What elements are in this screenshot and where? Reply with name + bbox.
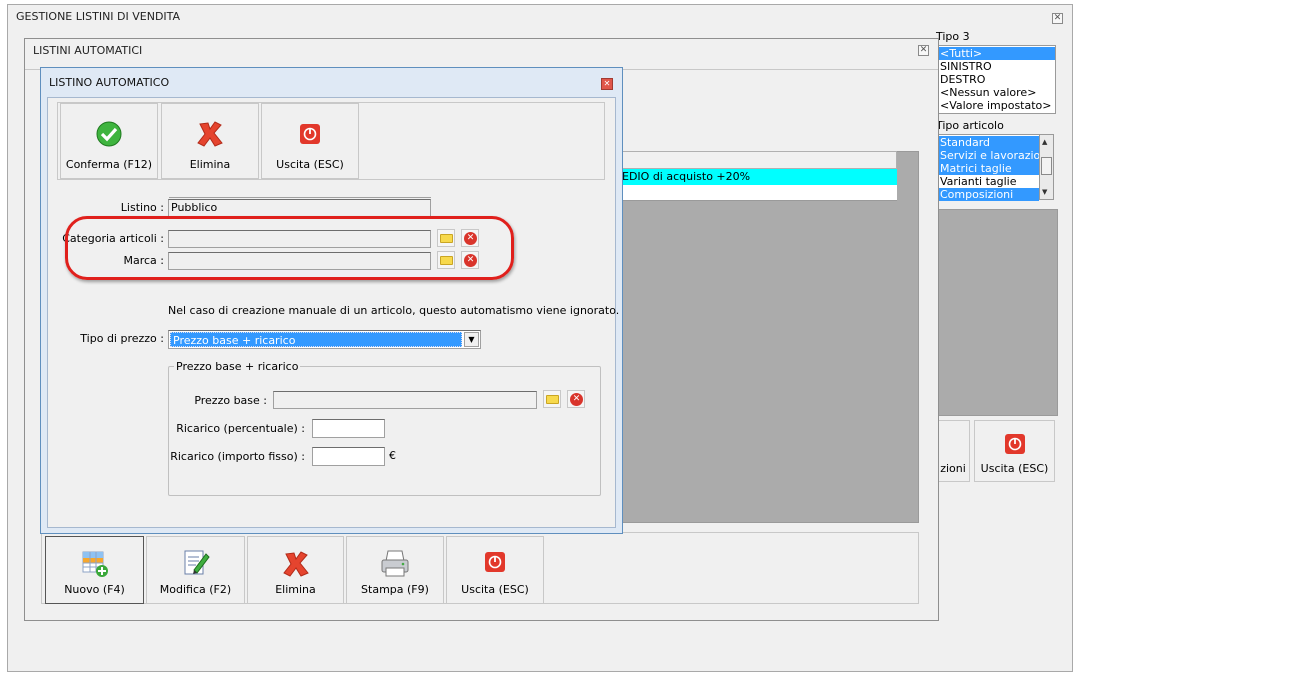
listino-label: Listino : <box>120 201 164 214</box>
listini-window-title: LISTINI AUTOMATICI <box>33 44 143 57</box>
delete-button[interactable]: Elimina <box>247 536 344 604</box>
dialog-delete-label: Elimina <box>189 158 231 171</box>
tipo-articolo-scrollbar[interactable]: ▲ ▼ <box>1039 134 1054 200</box>
right-grey-panel <box>936 209 1058 416</box>
dialog-exit-button[interactable]: Uscita (ESC) <box>261 103 359 179</box>
separator <box>169 197 431 198</box>
ricarico-perc-label: Ricarico (percentuale) : <box>176 422 305 435</box>
ricarico-fisso-label: Ricarico (importo fisso) : <box>170 450 305 463</box>
main-exit-button[interactable]: Uscita (ESC) <box>974 420 1055 482</box>
print-button[interactable]: Stampa (F9) <box>346 536 444 604</box>
info-note: Nel caso di creazione manuale di un arti… <box>168 304 620 317</box>
prezzo-group-title: Prezzo base + ricarico <box>174 360 301 373</box>
tipo3-list[interactable]: <Tutti> SINISTRO DESTRO <Nessun valore> … <box>936 45 1056 114</box>
confirm-button-label: Conferma (F12) <box>65 158 153 171</box>
list-item[interactable]: Matrici taglie <box>937 162 1039 175</box>
list-item[interactable]: <Tutti> <box>937 47 1055 60</box>
list-item[interactable]: <Nessun valore> <box>937 86 1055 99</box>
delete-x-icon <box>195 119 225 152</box>
currency-symbol: € <box>389 449 396 462</box>
listini-window-close-icon[interactable]: ✕ <box>918 45 929 56</box>
list-item[interactable]: DESTRO <box>937 73 1055 86</box>
print-button-label: Stampa (F9) <box>361 583 429 596</box>
listini-grid-header <box>622 151 897 169</box>
prezzo-base-clear-button[interactable]: ✕ <box>567 390 585 408</box>
delete-button-label: Elimina <box>275 583 316 596</box>
edit-button[interactable]: Modifica (F2) <box>146 536 245 604</box>
power-icon <box>1004 434 1025 457</box>
dialog-delete-button[interactable]: Elimina <box>161 103 259 179</box>
tipo-prezzo-selected: Prezzo base + ricarico <box>170 332 462 347</box>
annotation-highlight <box>65 216 514 280</box>
list-item[interactable]: Varianti taglie <box>937 175 1039 188</box>
power-icon <box>485 552 505 575</box>
chevron-down-icon[interactable]: ▼ <box>464 332 479 347</box>
main-window-title: GESTIONE LISTINI DI VENDITA <box>16 10 181 23</box>
tipo-articolo-list[interactable]: Standard Servizi e lavorazioni Matrici t… <box>936 134 1050 201</box>
prezzo-base-browse-button[interactable] <box>543 390 561 408</box>
new-button[interactable]: Nuovo (F4) <box>45 536 144 604</box>
list-item[interactable]: <Valore impostato> <box>937 99 1055 112</box>
tipo3-label: Tipo 3 <box>936 30 970 43</box>
edit-document-icon <box>182 548 210 581</box>
printer-icon <box>379 549 411 582</box>
power-icon <box>300 124 320 147</box>
clear-icon: ✕ <box>570 393 583 406</box>
checkmark-icon <box>96 121 122 150</box>
add-grid-icon <box>81 550 109 581</box>
delete-x-icon <box>281 549 311 582</box>
table-row[interactable]: EDIO di acquisto +20% <box>622 169 897 185</box>
edit-button-label: Modifica (F2) <box>159 583 232 596</box>
ricarico-fisso-field[interactable] <box>312 447 385 466</box>
listino-field: Pubblico <box>168 199 431 217</box>
tipo-prezzo-select[interactable]: Prezzo base + ricarico ▼ <box>168 330 481 349</box>
prezzo-base-label: Prezzo base : <box>194 394 267 407</box>
right-partial-button[interactable]: zioni <box>936 420 970 482</box>
list-item[interactable]: Composizioni <box>937 188 1039 201</box>
ricarico-perc-field[interactable] <box>312 419 385 438</box>
grid-cell-text: EDIO di acquisto +20% <box>622 170 751 183</box>
list-item[interactable]: Servizi e lavorazioni <box>937 149 1050 162</box>
listini-grid-row-empty <box>622 185 897 201</box>
prezzo-base-field[interactable] <box>273 391 537 409</box>
folder-icon <box>546 395 559 404</box>
dialog-title: LISTINO AUTOMATICO <box>49 76 170 89</box>
dialog-close-icon[interactable]: ✕ <box>601 78 613 90</box>
listini-grid <box>622 151 919 523</box>
tipo-prezzo-label: Tipo di prezzo : <box>80 332 164 345</box>
dialog-exit-label: Uscita (ESC) <box>276 158 344 171</box>
new-button-label: Nuovo (F4) <box>64 583 125 596</box>
confirm-button[interactable]: Conferma (F12) <box>60 103 158 179</box>
exit-button-label: Uscita (ESC) <box>461 583 529 596</box>
tipo-articolo-label: Tipo articolo <box>936 119 1004 132</box>
main-window-close-icon[interactable]: ✕ <box>1052 13 1063 24</box>
list-item[interactable]: SINISTRO <box>937 60 1055 73</box>
list-item[interactable]: Standard <box>937 136 1039 149</box>
listino-automatico-dialog: LISTINO AUTOMATICO ✕ Conferma (F12) Elim… <box>40 67 623 534</box>
listini-exit-button[interactable]: Uscita (ESC) <box>446 536 544 604</box>
